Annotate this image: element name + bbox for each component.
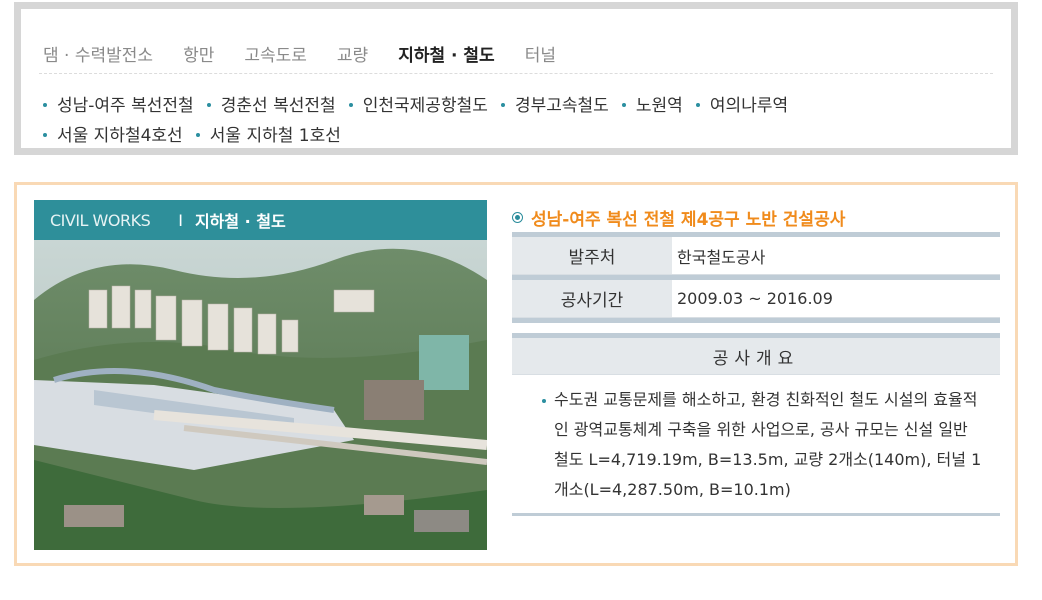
summary-text: 수도권 교통문제를 해소하고, 환경 친화적인 철도 시설의 효율적인 광역교통… <box>554 390 982 499</box>
tab-tunnel[interactable]: 터널 <box>525 41 556 66</box>
project-link-label: 성남-여주 복선전철 <box>57 96 194 116</box>
project-link[interactable]: 성남-여주 복선전철 <box>43 92 194 121</box>
tab-bridge[interactable]: 교량 <box>337 41 368 66</box>
bullet-icon <box>500 103 505 107</box>
summary-body: 수도권 교통문제를 해소하고, 환경 친화적인 철도 시설의 효율적인 광역교통… <box>512 375 1000 513</box>
project-photo <box>34 240 487 550</box>
project-link-label: 여의나루역 <box>709 96 789 116</box>
bullet-icon <box>206 103 211 107</box>
tab-subway-railway[interactable]: 지하철 · 철도 <box>398 41 495 66</box>
period-value: 2009.03 ~ 2016.09 <box>677 289 833 308</box>
project-link-label: 노원역 <box>635 96 683 116</box>
tab-dam-hydro[interactable]: 댐 · 수력발전소 <box>43 41 153 66</box>
project-link[interactable]: 서울 지하철 1호선 <box>195 122 341 151</box>
client-label: 발주처 <box>512 237 672 274</box>
project-link[interactable]: 경부고속철도 <box>500 92 609 121</box>
project-detail-panel: CIVIL WORKS I 지하철 · 철도 성남-여주 복선 전철 제4공구 … <box>14 182 1018 566</box>
tab-port[interactable]: 항만 <box>183 41 214 66</box>
project-title: 성남-여주 복선 전철 제4공구 노반 건설공사 <box>512 202 1000 232</box>
bullet-icon <box>695 103 700 107</box>
category-panel: 댐 · 수력발전소 항만 고속도로 교량 지하철 · 철도 터널 성남-여주 복… <box>14 2 1018 155</box>
project-link[interactable]: 인천국제공항철도 <box>348 92 488 121</box>
bullet-icon <box>195 133 200 137</box>
project-link-label: 서울 지하철4호선 <box>57 126 183 146</box>
period-label: 공사기간 <box>512 280 672 317</box>
project-info: 성남-여주 복선 전철 제4공구 노반 건설공사 발주처 한국철도공사 공사기간… <box>512 202 1000 516</box>
bullet-icon <box>43 103 47 107</box>
bullet-icon <box>43 133 47 137</box>
header-category: 지하철 · 철도 <box>194 212 286 231</box>
bullet-icon <box>621 103 626 107</box>
project-list: 성남-여주 복선전철 경춘선 복선전철 인천국제공항철도 경부고속철도 노원역 … <box>43 91 993 151</box>
period-row: 공사기간 2009.03 ~ 2016.09 <box>512 280 1000 318</box>
client-value: 한국철도공사 <box>677 247 766 267</box>
target-bullet-icon <box>512 211 523 223</box>
project-link[interactable]: 서울 지하철4호선 <box>43 122 183 151</box>
project-link[interactable]: 경춘선 복선전철 <box>206 92 336 121</box>
project-link-label: 인천국제공항철도 <box>362 96 488 116</box>
photo-header: CIVIL WORKS I 지하철 · 철도 <box>34 200 487 240</box>
project-link[interactable]: 여의나루역 <box>695 92 789 121</box>
project-link-label: 경춘선 복선전철 <box>220 96 336 116</box>
project-link-label: 서울 지하철 1호선 <box>209 126 341 146</box>
project-link[interactable]: 노원역 <box>621 92 683 121</box>
client-row: 발주처 한국철도공사 <box>512 237 1000 275</box>
project-title-text: 성남-여주 복선 전철 제4공구 노반 건설공사 <box>531 209 846 230</box>
tab-divider <box>39 73 993 74</box>
summary-heading: 공사개요 <box>512 338 1000 375</box>
tab-expressway[interactable]: 고속도로 <box>244 41 307 66</box>
header-brand: CIVIL WORKS <box>50 210 151 230</box>
category-tabs: 댐 · 수력발전소 항만 고속도로 교량 지하철 · 철도 터널 <box>43 37 586 69</box>
station-aerial-image <box>34 240 487 550</box>
header-separator: I <box>178 210 183 230</box>
project-link-label: 경부고속철도 <box>514 96 609 116</box>
bullet-icon <box>542 399 546 403</box>
summary-bottom-rule <box>512 513 1000 516</box>
bullet-icon <box>348 103 353 107</box>
